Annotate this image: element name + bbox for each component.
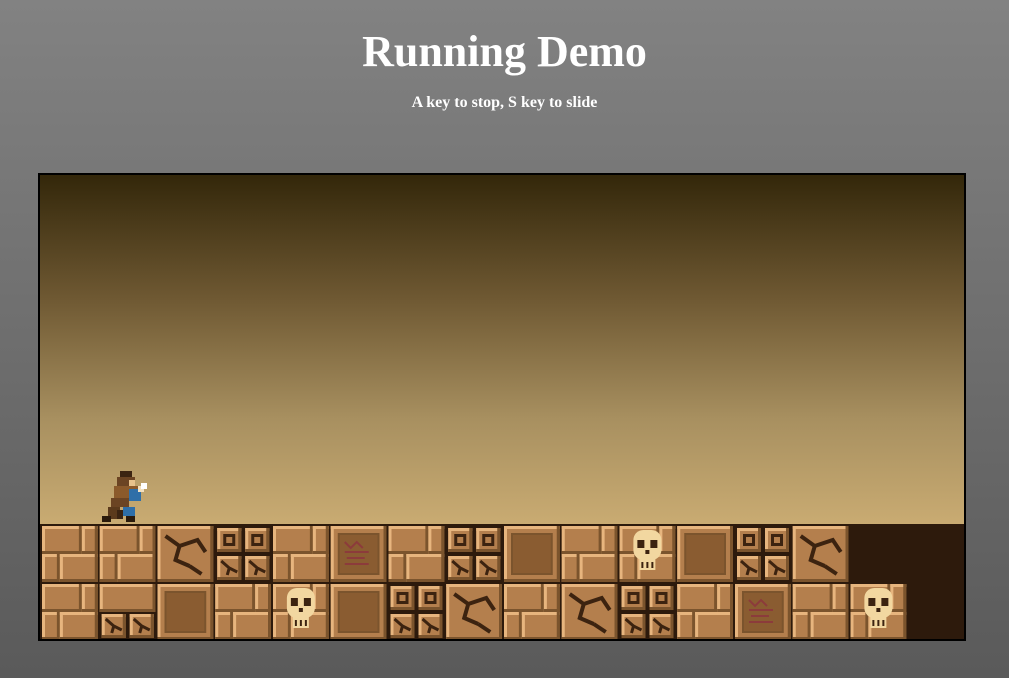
ground-tile-slab xyxy=(504,526,560,582)
ground-tile-bricks xyxy=(792,584,849,639)
ground-tile-slab xyxy=(157,584,214,639)
sky-background xyxy=(40,175,964,524)
ground-tile-glyph xyxy=(735,584,791,639)
ground-tile-cracked xyxy=(792,526,849,582)
ground-tile-slab xyxy=(677,526,733,582)
ground-tile-skull xyxy=(619,526,676,582)
page-title: Running Demo xyxy=(362,27,647,76)
ground-tile-cracked xyxy=(446,584,502,639)
ground-tile-glyph xyxy=(330,526,387,582)
ground-tile-bricks xyxy=(42,526,98,582)
ground-tile-slab xyxy=(330,584,387,639)
ground-tile-skull xyxy=(273,584,329,639)
ground-tile-skull xyxy=(850,584,907,639)
ground-tile-bricks xyxy=(215,584,271,639)
ground-tile-cracked xyxy=(157,526,214,582)
ground-tile-bricks xyxy=(561,526,618,582)
game-frame[interactable] xyxy=(38,173,966,641)
ground-tile-bricks xyxy=(42,584,98,639)
ground-tiles xyxy=(40,524,964,639)
game-canvas[interactable] xyxy=(40,175,964,639)
ground-tile-bricks xyxy=(388,526,445,582)
ground-tile-cracked xyxy=(561,584,618,639)
ground-tile-bricks xyxy=(504,584,560,639)
ground-tile-bricks xyxy=(273,526,329,582)
instructions-text: A key to stop, S key to slide xyxy=(411,94,598,111)
ground-tile-bricks xyxy=(677,584,733,639)
ground-tile-bricks xyxy=(99,526,156,582)
